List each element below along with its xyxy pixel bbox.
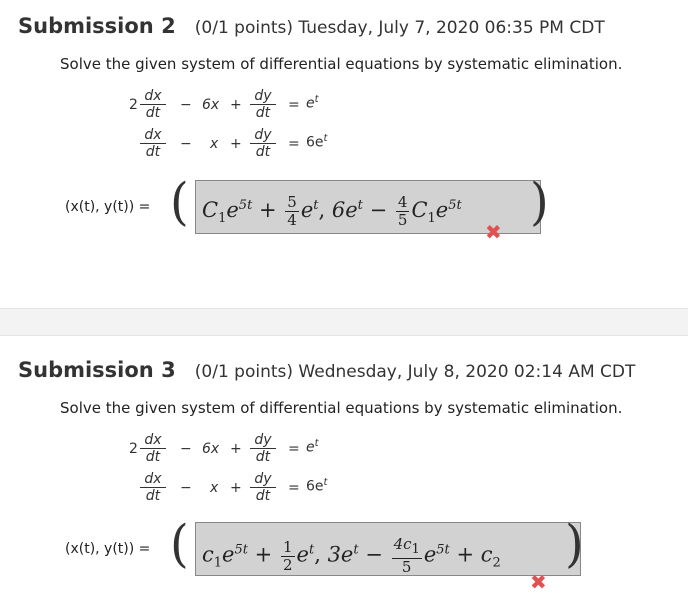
answer-row: (x(t), y(t)) = ( C1e5t + 5 4 et, 6et − 45C…: [65, 172, 665, 244]
fraction-dx-dt: dx dt: [140, 432, 166, 465]
submission-3: Submission 3 (0/1 points) Wednesday, Jul…: [0, 336, 688, 611]
coefficient: 2: [129, 97, 138, 113]
fraction-numerator: dx: [140, 88, 166, 105]
fraction-dx-dt: dx dt: [140, 88, 166, 121]
fraction-denominator: dt: [255, 144, 271, 160]
fraction-numerator: dy: [250, 432, 276, 449]
answer-label: (x(t), y(t)) =: [65, 541, 151, 557]
term: 6x: [202, 441, 220, 457]
rhs-exponent: t: [323, 477, 328, 488]
rhs: 6et: [306, 477, 327, 495]
fraction: 12: [280, 537, 295, 574]
fraction: 4c1 5: [391, 535, 422, 576]
fraction-numerator: dy: [250, 88, 276, 105]
problem-statement: Solve the given system of differential e…: [60, 399, 623, 417]
rhs-base: e: [306, 95, 315, 112]
operator: −: [180, 97, 192, 113]
fraction-numerator: dx: [140, 471, 166, 488]
problem-statement: Solve the given system of differential e…: [60, 55, 623, 73]
submission-header: Submission 3 (0/1 points) Wednesday, Jul…: [18, 358, 635, 382]
submission-title: Submission 3: [18, 358, 176, 382]
fraction-denominator: dt: [255, 488, 271, 504]
fraction-dx-dt: dx dt: [140, 471, 166, 504]
term: x: [210, 136, 219, 152]
rhs-base: 6e: [306, 478, 324, 495]
answer-expression: c1e5t + 1 2 et, 3et − 4c1 5 e5t + c2: [202, 535, 501, 576]
equals: =: [288, 480, 300, 496]
equals: =: [288, 441, 300, 457]
operator: +: [230, 97, 242, 113]
coefficient: 2: [129, 441, 138, 457]
x-mark-icon: ✖: [530, 570, 547, 594]
submission-2: Submission 2 (0/1 points) Tuesday, July …: [0, 0, 688, 308]
operator: −: [180, 136, 192, 152]
submission-header: Submission 2 (0/1 points) Tuesday, July …: [18, 14, 605, 38]
operator: +: [230, 136, 242, 152]
right-paren: ): [565, 514, 584, 574]
fraction-numerator: dy: [250, 127, 276, 144]
operator: −: [180, 441, 192, 457]
rhs: 6et: [306, 133, 327, 151]
fraction-dx-dt: dx dt: [140, 127, 166, 160]
submission-title: Submission 2: [18, 14, 176, 38]
submission-meta: (0/1 points) Tuesday, July 7, 2020 06:35…: [194, 18, 605, 38]
rhs-exponent: t: [314, 94, 319, 105]
fraction-denominator: dt: [255, 105, 271, 121]
term: 6x: [202, 97, 220, 113]
fraction: 45: [395, 193, 410, 229]
answer-field[interactable]: c1e5t + 1 2 et, 3et − 4c1 5 e5t + c2: [195, 522, 581, 576]
fraction-denominator: dt: [255, 449, 271, 465]
equals: =: [288, 97, 300, 113]
fraction-dy-dt: dy dt: [250, 127, 276, 160]
rhs: et: [306, 438, 319, 456]
term: x: [210, 480, 219, 496]
x-mark-icon: ✖: [485, 220, 502, 244]
left-paren: (: [170, 514, 189, 574]
fraction-denominator: dt: [145, 105, 161, 121]
operator: −: [180, 480, 192, 496]
operator: +: [230, 441, 242, 457]
rhs-base: e: [306, 439, 315, 456]
section-divider: [0, 308, 688, 336]
fraction-denominator: dt: [145, 488, 161, 504]
fraction: 54: [285, 193, 299, 229]
rhs-base: 6e: [306, 134, 324, 151]
fraction-numerator: dx: [140, 127, 166, 144]
right-paren: ): [530, 172, 549, 232]
rhs-exponent: t: [314, 438, 319, 449]
operator: +: [230, 480, 242, 496]
fraction-dy-dt: dy dt: [250, 88, 276, 121]
fraction-denominator: dt: [145, 449, 161, 465]
answer-row: (x(t), y(t)) = ( c1e5t + 1 2 et, 3et − 4c1…: [65, 514, 685, 594]
fraction-numerator: dy: [250, 471, 276, 488]
left-paren: (: [170, 172, 189, 232]
fraction-dy-dt: dy dt: [250, 432, 276, 465]
answer-label: (x(t), y(t)) =: [65, 199, 151, 215]
rhs-exponent: t: [323, 133, 328, 144]
fraction-dy-dt: dy dt: [250, 471, 276, 504]
answer-expression: C1e5t + 5 4 et, 6et − 4 5 C1e5t: [202, 193, 462, 229]
submission-meta: (0/1 points) Wednesday, July 8, 2020 02:…: [194, 362, 636, 382]
fraction-numerator: dx: [140, 432, 166, 449]
fraction-denominator: dt: [145, 144, 161, 160]
rhs: et: [306, 94, 319, 112]
equals: =: [288, 136, 300, 152]
